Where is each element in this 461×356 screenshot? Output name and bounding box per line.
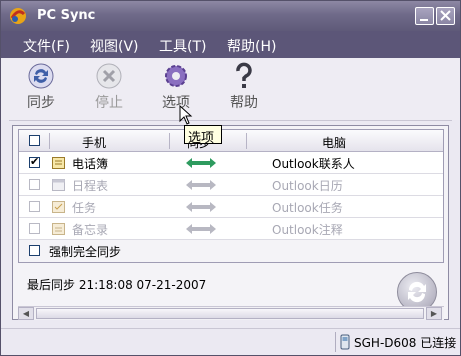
row-target: Outlook注释 bbox=[272, 223, 343, 237]
sync-row-memo[interactable]: 备忘录 Outlook注释 bbox=[19, 218, 443, 240]
stop-button[interactable]: 停止 bbox=[84, 62, 134, 112]
minimize-icon bbox=[420, 19, 428, 21]
row-checkbox[interactable] bbox=[29, 223, 40, 234]
force-full-sync-label: 强制完全同步 bbox=[49, 245, 122, 259]
row-checkbox[interactable] bbox=[29, 155, 40, 168]
force-full-sync-checkbox[interactable] bbox=[29, 245, 40, 256]
row-target: Outlook联系人 bbox=[272, 157, 355, 171]
row-name: 电话簿 bbox=[72, 157, 109, 171]
stop-label: 停止 bbox=[95, 95, 123, 111]
scroll-thumb[interactable] bbox=[36, 308, 424, 319]
help-button[interactable]: 帮助 bbox=[219, 62, 269, 112]
close-icon bbox=[440, 10, 451, 21]
status-bar: SGH-D608 已连接 bbox=[1, 328, 460, 355]
menu-help[interactable]: 帮助(H) bbox=[227, 36, 276, 56]
connection-status: SGH-D608 已连接 bbox=[354, 336, 457, 350]
force-full-sync-row[interactable]: 强制完全同步 bbox=[19, 240, 443, 262]
last-sync-area: 最后同步 21:18:08 07-21-2007 bbox=[18, 265, 444, 301]
title-bar[interactable]: PC Sync bbox=[1, 1, 460, 31]
toolbar: 同步 停止 选项 帮助 bbox=[1, 58, 460, 120]
header-divider bbox=[246, 133, 247, 149]
app-window: PC Sync 文件(F) 视图(V) 工具(T) 帮助(H) 同步 停止 选项… bbox=[0, 0, 461, 356]
header-divider bbox=[169, 133, 170, 149]
mouse-cursor-icon bbox=[179, 105, 193, 125]
menu-bar: 文件(F) 视图(V) 工具(T) 帮助(H) bbox=[1, 31, 460, 58]
sync-button[interactable]: 同步 bbox=[16, 62, 66, 112]
header-phone: 手机 bbox=[82, 136, 107, 150]
scroll-right-button[interactable]: ▶ bbox=[426, 307, 442, 320]
row-name: 任务 bbox=[72, 201, 97, 215]
row-checkbox[interactable] bbox=[29, 201, 40, 212]
header-divider bbox=[49, 133, 50, 149]
stop-icon bbox=[96, 63, 122, 89]
memo-icon bbox=[52, 223, 65, 235]
sync-arrow-icon bbox=[186, 224, 216, 234]
tooltip: 选项 bbox=[184, 125, 222, 146]
sync-arrow-icon bbox=[186, 180, 216, 190]
horizontal-scrollbar[interactable]: ◀ ▶ bbox=[18, 306, 444, 320]
gear-icon bbox=[165, 65, 187, 87]
row-target: Outlook任务 bbox=[272, 201, 343, 215]
row-target: Outlook日历 bbox=[272, 179, 343, 193]
window-title: PC Sync bbox=[37, 8, 96, 23]
phone-icon bbox=[340, 334, 350, 350]
select-all-checkbox[interactable] bbox=[29, 135, 40, 146]
grid-header: 手机 同步 电脑 bbox=[19, 130, 443, 152]
help-icon bbox=[236, 62, 252, 88]
toolbar-divider bbox=[9, 120, 452, 121]
sync-icon bbox=[28, 63, 54, 89]
sync-row-phonebook[interactable]: 电话簿 Outlook联系人 bbox=[19, 152, 443, 174]
app-logo-icon bbox=[10, 8, 26, 24]
calendar-icon bbox=[52, 179, 65, 191]
sync-arrow-icon bbox=[186, 202, 216, 212]
phonebook-icon bbox=[52, 157, 65, 169]
help-label: 帮助 bbox=[230, 95, 258, 111]
sync-row-calendar[interactable]: 日程表 Outlook日历 bbox=[19, 174, 443, 196]
menu-tools[interactable]: 工具(T) bbox=[159, 36, 206, 56]
close-button[interactable] bbox=[436, 7, 455, 25]
status-divider bbox=[335, 332, 336, 352]
sync-grid: 手机 同步 电脑 电话簿 Outlook联系人 bbox=[18, 129, 444, 263]
row-name: 日程表 bbox=[72, 179, 109, 193]
options-label: 选项 bbox=[162, 95, 190, 111]
last-sync-text: 最后同步 21:18:08 07-21-2007 bbox=[27, 278, 207, 292]
minimize-button[interactable] bbox=[415, 7, 434, 25]
menu-view[interactable]: 视图(V) bbox=[90, 36, 139, 56]
menu-file[interactable]: 文件(F) bbox=[23, 36, 70, 56]
options-button[interactable]: 选项 bbox=[151, 62, 201, 112]
sync-label: 同步 bbox=[27, 95, 55, 111]
row-checkbox[interactable] bbox=[29, 179, 40, 190]
row-name: 备忘录 bbox=[72, 223, 109, 237]
sync-panel: 手机 同步 电脑 电话簿 Outlook联系人 bbox=[12, 125, 449, 320]
sync-row-tasks[interactable]: 任务 Outlook任务 bbox=[19, 196, 443, 218]
header-pc: 电脑 bbox=[322, 136, 347, 150]
task-icon bbox=[52, 201, 65, 213]
sync-arrow-icon bbox=[186, 158, 216, 168]
scroll-left-button[interactable]: ◀ bbox=[18, 307, 34, 320]
